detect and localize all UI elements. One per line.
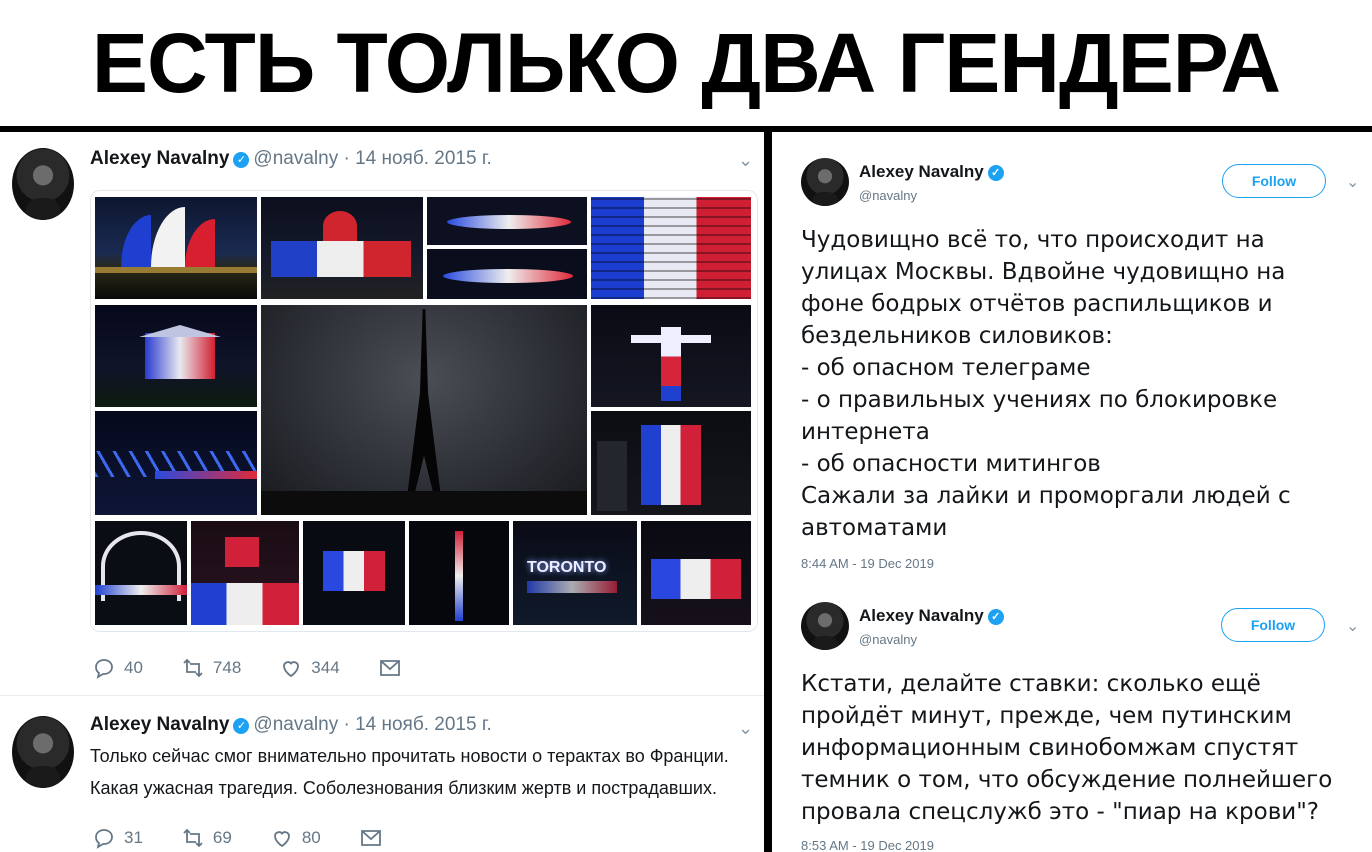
collage-photo-skyline [303, 521, 405, 625]
message-action[interactable] [359, 826, 383, 850]
tweet-actions: 40 748 344 [92, 656, 440, 680]
author-handle[interactable]: @navalny [859, 188, 917, 203]
heart-icon [273, 831, 290, 848]
avatar[interactable] [12, 148, 74, 220]
author-name-text: Alexey Navalny [859, 606, 984, 625]
collage-photo-toronto-sign: TORONTO [513, 521, 637, 625]
like-action[interactable]: 80 [270, 826, 321, 850]
retweet-count: 748 [212, 658, 242, 677]
heart-icon [283, 661, 300, 678]
reply-count: 31 [124, 828, 143, 847]
verified-badge-icon: ✓ [987, 609, 1004, 625]
tweet-text-line: Только сейчас смог внимательно прочитать… [90, 746, 729, 766]
collage-photo-eiffel-tower [261, 305, 587, 515]
chevron-down-icon[interactable]: ⌄ [1346, 172, 1359, 191]
reply-count: 40 [124, 658, 143, 677]
toronto-sign: TORONTO [527, 559, 607, 576]
collage-photo-stadium-1 [427, 197, 587, 245]
meme-title: ЕСТЬ ТОЛЬКО ДВА ГЕНДЕРА [91, 15, 1281, 110]
collage-photo-tower [591, 197, 751, 299]
reply-action[interactable]: 40 [92, 656, 143, 680]
retweet-icon [183, 658, 203, 678]
collage-photo-war-memorial [641, 521, 751, 625]
collage-photo-wembley [95, 521, 187, 625]
handle-date[interactable]: @navalny · 14 нояб. 2015 г. [253, 714, 491, 735]
chevron-down-icon[interactable]: ⌄ [738, 718, 753, 739]
tweet-header: Alexey Navalny ✓ @navalny · 14 нояб. 2015 … [90, 714, 492, 736]
chevron-down-icon[interactable]: ⌄ [738, 150, 753, 171]
collage-photo-stadium-2 [427, 249, 587, 299]
handle-date[interactable]: @navalny · 14 нояб. 2015 г. [253, 148, 491, 169]
right-panel: Alexey Navalny ✓ @navalny Follow ⌄ Чудови… [772, 132, 1372, 852]
author-name[interactable]: Alexey Navalny ✓ [859, 606, 1008, 626]
vertical-divider [764, 132, 772, 852]
reply-icon [95, 659, 113, 679]
retweet-icon [183, 828, 203, 848]
author-name[interactable]: Alexey Navalny [90, 148, 229, 169]
collage-photo-museum [95, 305, 257, 407]
tweet-timestamp[interactable]: 8:44 AM - 19 Dec 2019 [801, 556, 934, 571]
reply-icon [95, 829, 113, 849]
collage-photo-bridge [95, 411, 257, 515]
retweet-action[interactable]: 69 [181, 826, 232, 850]
retweet-count: 69 [212, 828, 232, 847]
verified-badge-icon: ✓ [233, 152, 250, 168]
author-name[interactable]: Alexey Navalny ✓ [859, 162, 1008, 182]
tweet-text: Кстати, делайте ставки: сколько ещё прой… [801, 671, 1333, 825]
tweet-timestamp[interactable]: 8:53 AM - 19 Dec 2019 [801, 838, 934, 852]
verified-badge-icon: ✓ [987, 165, 1004, 181]
like-count: 344 [311, 658, 340, 677]
message-action[interactable] [378, 656, 402, 680]
left-panel: Alexey Navalny ✓ @navalny · 14 нояб. 2015 … [0, 132, 764, 852]
tweet-text: Чудовищно всё то, что происходит на улиц… [801, 227, 1291, 541]
verified-badge-icon: ✓ [233, 718, 250, 734]
collage-photo-sydney [95, 197, 257, 299]
avatar[interactable] [801, 158, 849, 206]
follow-button[interactable]: Follow [1221, 608, 1325, 642]
tweet-separator [0, 695, 764, 696]
follow-button[interactable]: Follow [1222, 164, 1326, 198]
author-name-text: Alexey Navalny [859, 162, 984, 181]
avatar[interactable] [12, 716, 74, 788]
tweet-text: Только сейчас смог внимательно прочитать… [90, 740, 750, 804]
chevron-down-icon[interactable]: ⌄ [1346, 616, 1359, 635]
reply-action[interactable]: 31 [92, 826, 143, 850]
photo-collage[interactable]: TORONTO [90, 190, 758, 632]
envelope-icon [379, 660, 400, 676]
avatar[interactable] [801, 602, 849, 650]
collage-photo-city-building [591, 411, 751, 515]
author-handle[interactable]: @navalny [859, 632, 917, 647]
collage-photo-sky-tower [409, 521, 509, 625]
tweet-text-line: Какая ужасная трагедия. Соболезнования б… [90, 778, 717, 798]
collage-photo-arena [191, 521, 299, 625]
like-action[interactable]: 344 [279, 656, 340, 680]
collage-photo-christ-redeemer [591, 305, 751, 407]
envelope-icon [360, 830, 381, 846]
author-name[interactable]: Alexey Navalny [90, 714, 229, 735]
collage-photo-capitol [261, 197, 423, 299]
tweet-header: Alexey Navalny ✓ @navalny · 14 нояб. 2015 … [90, 148, 492, 170]
like-count: 80 [301, 828, 321, 847]
retweet-action[interactable]: 748 [181, 656, 241, 680]
tweet-actions: 31 69 80 [92, 826, 421, 850]
